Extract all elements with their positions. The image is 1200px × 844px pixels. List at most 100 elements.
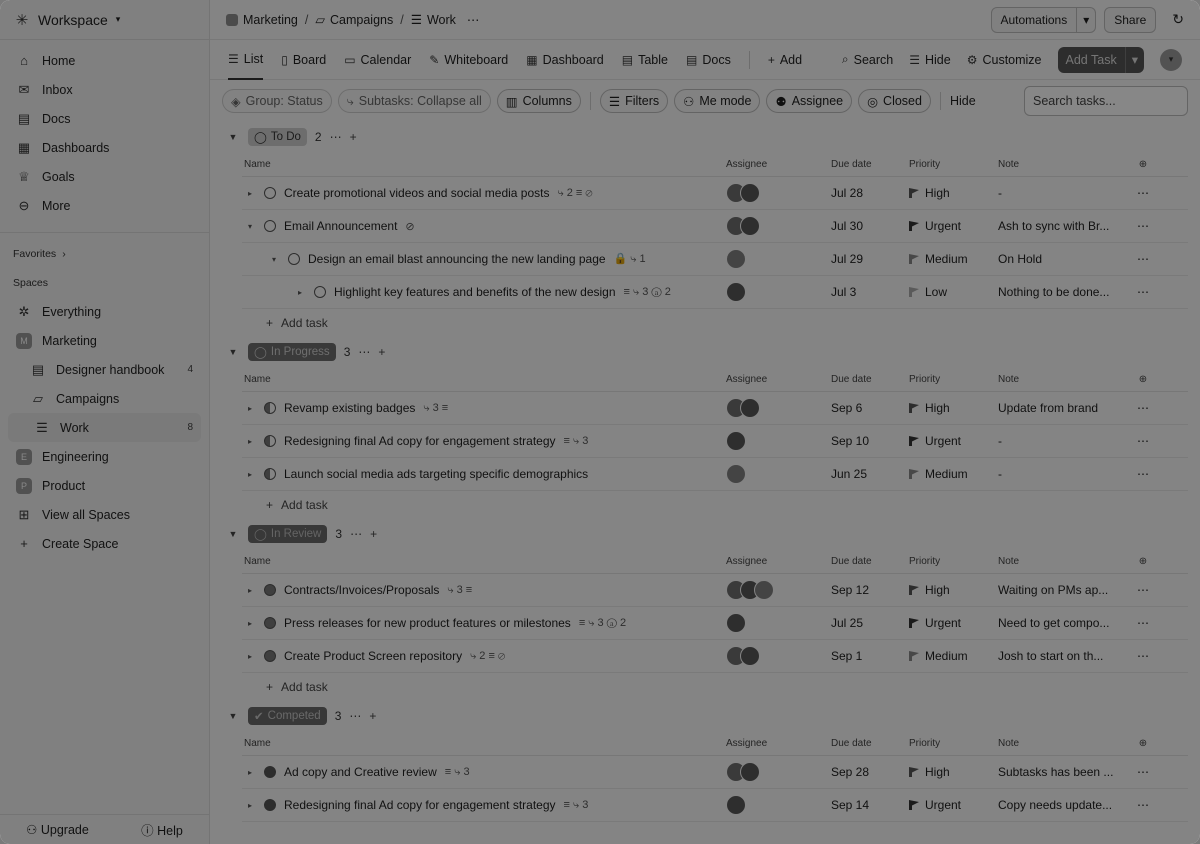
add-task-row[interactable]: + Add task <box>242 491 1188 519</box>
due-date[interactable]: Jul 3 <box>831 285 909 299</box>
table-row[interactable]: ▸ Ad copy and Creative review ≡ ⤷ 3 Sep 28 H… <box>242 756 1188 789</box>
expand-caret-icon[interactable]: ▸ <box>244 619 256 628</box>
column-header-assignee[interactable]: Assignee <box>726 556 831 567</box>
task-name[interactable]: Press releases for new product features … <box>284 616 571 630</box>
assignee-cell[interactable] <box>726 464 831 484</box>
column-header-assignee[interactable]: Assignee <box>726 374 831 385</box>
add-column-icon[interactable]: ⊕ <box>1128 738 1158 749</box>
more-options-icon[interactable]: ⋯ <box>349 709 361 723</box>
more-options-icon[interactable]: ⋯ <box>467 12 480 27</box>
more-options-icon[interactable]: ⋯ <box>1128 649 1158 663</box>
status-circle-icon[interactable] <box>264 435 276 447</box>
expand-caret-icon[interactable]: ▸ <box>244 437 256 446</box>
tab-docs[interactable]: ▤ Docs <box>686 40 731 80</box>
priority-cell[interactable]: Urgent <box>909 434 998 448</box>
note-cell[interactable]: On Hold <box>998 252 1128 266</box>
priority-cell[interactable]: Medium <box>909 467 998 481</box>
closed-pill[interactable]: ◎ Closed <box>858 89 931 113</box>
hide-closed-button[interactable]: Hide <box>950 94 976 108</box>
tab-board[interactable]: ▯ Board <box>281 40 326 80</box>
assignee-cell[interactable] <box>726 580 831 600</box>
task-name[interactable]: Contracts/Invoices/Proposals <box>284 583 439 597</box>
expand-caret-icon[interactable]: ▸ <box>244 801 256 810</box>
column-header-due[interactable]: Due date <box>831 556 909 567</box>
table-row[interactable]: ▸ Press releases for new product features… <box>242 607 1188 640</box>
sidebar-item-more[interactable]: ⊖ More <box>8 191 201 220</box>
column-header-name[interactable]: Name <box>242 738 726 749</box>
tab-whiteboard[interactable]: ✎ Whiteboard <box>429 40 508 80</box>
column-header-priority[interactable]: Priority <box>909 556 998 567</box>
note-cell[interactable]: Ash to sync with Br... <box>998 219 1128 233</box>
more-options-icon[interactable]: ⋯ <box>1128 765 1158 779</box>
favorites-section[interactable]: Favorites › <box>0 239 209 268</box>
priority-cell[interactable]: Urgent <box>909 616 998 630</box>
column-header-name[interactable]: Name <box>242 556 726 567</box>
expand-caret-icon[interactable]: ▸ <box>294 288 306 297</box>
more-options-icon[interactable]: ⋯ <box>1128 434 1158 448</box>
task-name[interactable]: Create Product Screen repository <box>284 649 462 663</box>
sidebar-item-inbox[interactable]: ✉ Inbox <box>8 75 201 104</box>
breadcrumb-marketing[interactable]: Marketing <box>243 13 298 27</box>
status-chip[interactable]: ✔ Competed <box>248 707 327 725</box>
assignee-cell[interactable] <box>726 282 831 302</box>
customize-button[interactable]: ⚙ Customize <box>967 40 1042 80</box>
status-circle-icon[interactable] <box>264 220 276 232</box>
sidebar-item-campaigns[interactable]: ▱ Campaigns <box>8 384 201 413</box>
collapse-caret-icon[interactable]: ▼ <box>226 711 240 721</box>
upgrade-button[interactable]: ⚇ Upgrade <box>26 822 89 837</box>
status-chip[interactable]: ◯ To Do <box>248 128 307 146</box>
due-date[interactable]: Jul 29 <box>831 252 909 266</box>
column-header-assignee[interactable]: Assignee <box>726 159 831 170</box>
status-circle-icon[interactable] <box>314 286 326 298</box>
status-circle-icon[interactable] <box>264 617 276 629</box>
more-options-icon[interactable]: ⋯ <box>1128 219 1158 233</box>
sidebar-item-goals[interactable]: ♕ Goals <box>8 162 201 191</box>
task-name[interactable]: Email Announcement <box>284 219 397 233</box>
status-circle-icon[interactable] <box>288 253 300 265</box>
sidebar-item-engineering[interactable]: E Engineering <box>8 442 201 471</box>
task-name[interactable]: Design an email blast announcing the new… <box>308 252 606 266</box>
more-options-icon[interactable]: ⋯ <box>1128 616 1158 630</box>
plus-icon[interactable]: + <box>350 130 357 144</box>
plus-icon[interactable]: + <box>370 527 377 541</box>
priority-cell[interactable]: High <box>909 583 998 597</box>
column-header-note[interactable]: Note <box>998 738 1128 749</box>
priority-cell[interactable]: Urgent <box>909 219 998 233</box>
sidebar-item-docs[interactable]: ▤ Docs <box>8 104 201 133</box>
sidebar-item-marketing[interactable]: M Marketing <box>8 326 201 355</box>
due-date[interactable]: Jul 25 <box>831 616 909 630</box>
breadcrumb-work[interactable]: Work <box>427 13 456 27</box>
more-options-icon[interactable]: ⋯ <box>1128 285 1158 299</box>
tab-list[interactable]: ☰ List <box>228 40 264 80</box>
table-row[interactable]: ▸ Launch social media ads targeting speci… <box>242 458 1188 491</box>
tab-dashboard[interactable]: ▦ Dashboard <box>526 40 604 80</box>
add-task-row[interactable]: + Add task <box>242 673 1188 701</box>
collapse-caret-icon[interactable]: ▼ <box>226 347 240 357</box>
task-name[interactable]: Redesigning final Ad copy for engagement… <box>284 434 556 448</box>
note-cell[interactable]: - <box>998 467 1128 481</box>
status-chip[interactable]: ◯ In Progress <box>248 343 336 361</box>
sidebar-item-everything[interactable]: ✲ Everything <box>8 297 201 326</box>
expand-caret-icon[interactable]: ▸ <box>244 470 256 479</box>
priority-cell[interactable]: High <box>909 401 998 415</box>
table-row[interactable]: ▸ Redesigning final Ad copy for engagemen… <box>242 789 1188 822</box>
column-header-assignee[interactable]: Assignee <box>726 738 831 749</box>
sidebar-item-designer-handbook[interactable]: ▤ Designer handbook 4 <box>8 355 201 384</box>
assignee-pill[interactable]: ⚉ Assignee <box>766 89 853 113</box>
expand-caret-icon[interactable]: ▾ <box>244 222 256 231</box>
table-row[interactable]: ▾ Design an email blast announcing the ne… <box>242 243 1188 276</box>
more-options-icon[interactable]: ⋯ <box>1128 401 1158 415</box>
priority-cell[interactable]: Medium <box>909 649 998 663</box>
status-circle-icon[interactable] <box>264 650 276 662</box>
collapse-caret-icon[interactable]: ▼ <box>226 132 240 142</box>
tab-calendar[interactable]: ▭ Calendar <box>344 40 411 80</box>
table-row[interactable]: ▸ Highlight key features and benefits of … <box>242 276 1188 309</box>
status-circle-icon[interactable] <box>264 402 276 414</box>
filters-pill[interactable]: ☰ Filters <box>599 89 669 113</box>
due-date[interactable]: Sep 12 <box>831 583 909 597</box>
sidebar-item-product[interactable]: P Product <box>8 471 201 500</box>
collapse-caret-icon[interactable]: ▼ <box>226 529 240 539</box>
help-button[interactable]: ⓘ Help <box>141 820 183 839</box>
column-header-note[interactable]: Note <box>998 374 1128 385</box>
search-tasks-input[interactable]: Search tasks... <box>1024 86 1188 116</box>
